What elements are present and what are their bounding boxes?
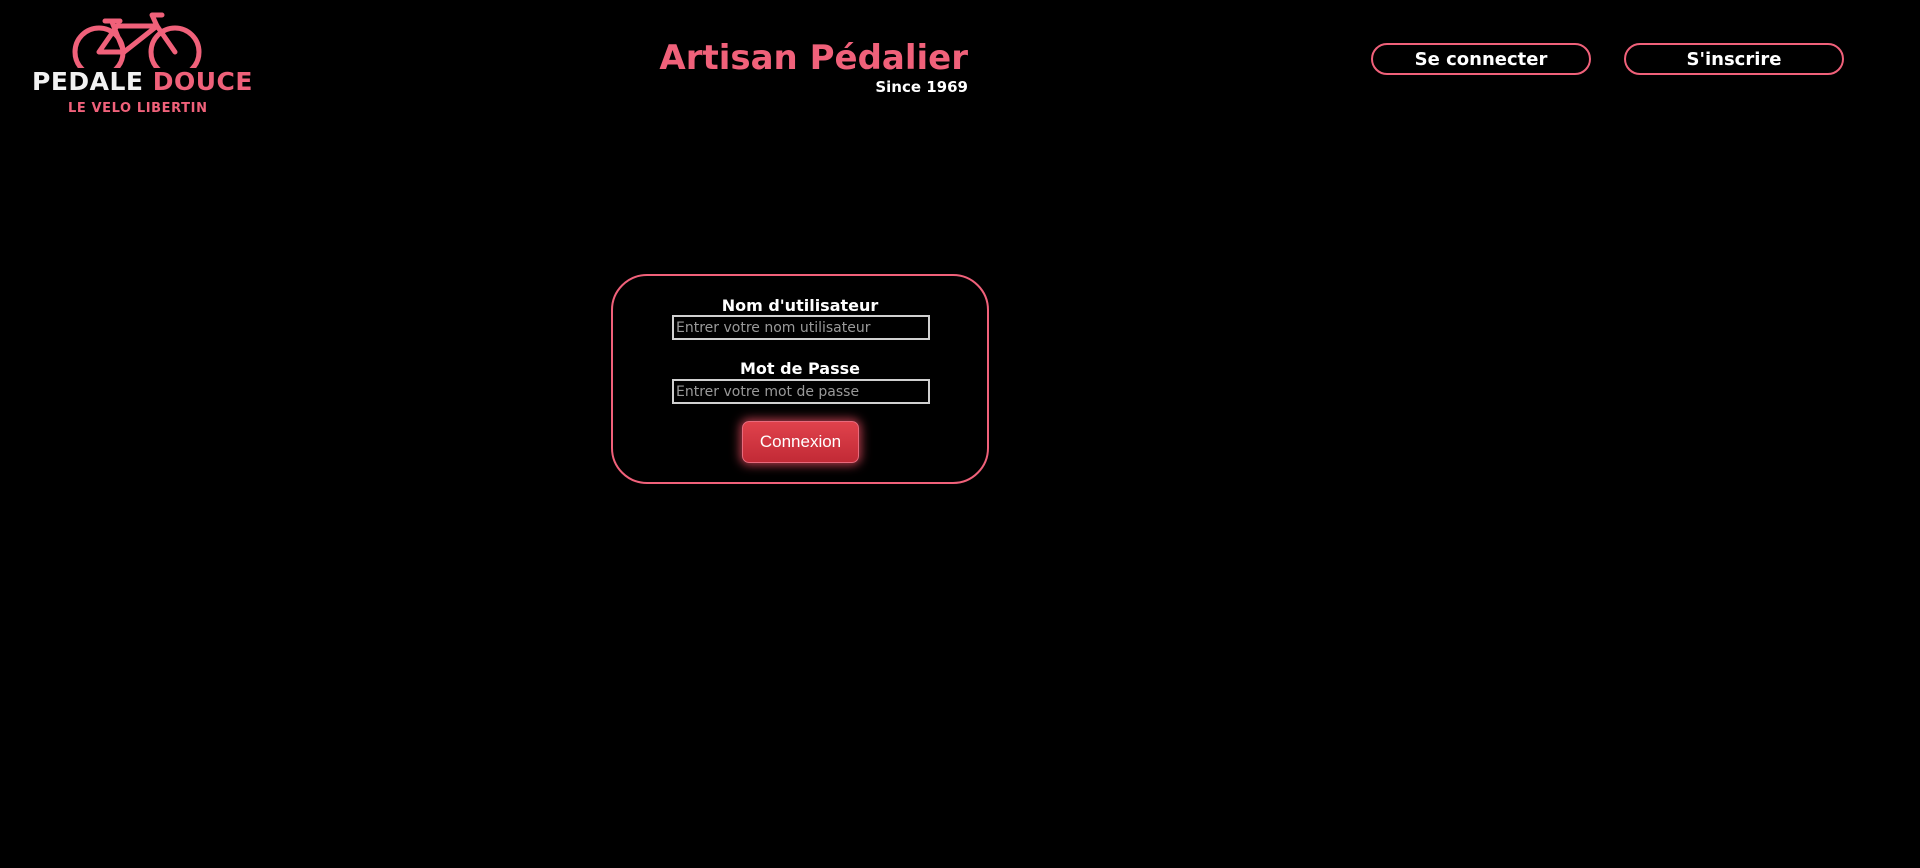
site-subtitle: Since 1969 bbox=[875, 78, 968, 96]
bicycle-icon bbox=[72, 12, 202, 68]
login-card: Nom d'utilisateur Mot de Passe Connexion bbox=[611, 274, 989, 484]
logo-word-pedale: PEDALE bbox=[32, 67, 144, 96]
logo-tagline: LE VELO LIBERTIN bbox=[68, 101, 208, 116]
brand-logo[interactable]: PEDALE DOUCE LE VELO LIBERTIN bbox=[32, 12, 252, 120]
title-block: Artisan Pédalier Since 1969 bbox=[640, 36, 968, 96]
username-label: Nom d'utilisateur bbox=[721, 296, 879, 315]
username-input[interactable] bbox=[672, 315, 930, 340]
logo-word-douce: DOUCE bbox=[152, 67, 253, 96]
login-submit-button[interactable]: Connexion bbox=[742, 421, 859, 463]
site-title: Artisan Pédalier bbox=[659, 38, 968, 78]
header-register-button[interactable]: S'inscrire bbox=[1624, 43, 1844, 75]
header-login-button[interactable]: Se connecter bbox=[1371, 43, 1591, 75]
password-input[interactable] bbox=[672, 379, 930, 404]
logo-wordmark: PEDALE DOUCE bbox=[32, 67, 253, 96]
password-label: Mot de Passe bbox=[740, 359, 860, 378]
page: PEDALE DOUCE LE VELO LIBERTIN Artisan Pé… bbox=[0, 0, 1920, 868]
